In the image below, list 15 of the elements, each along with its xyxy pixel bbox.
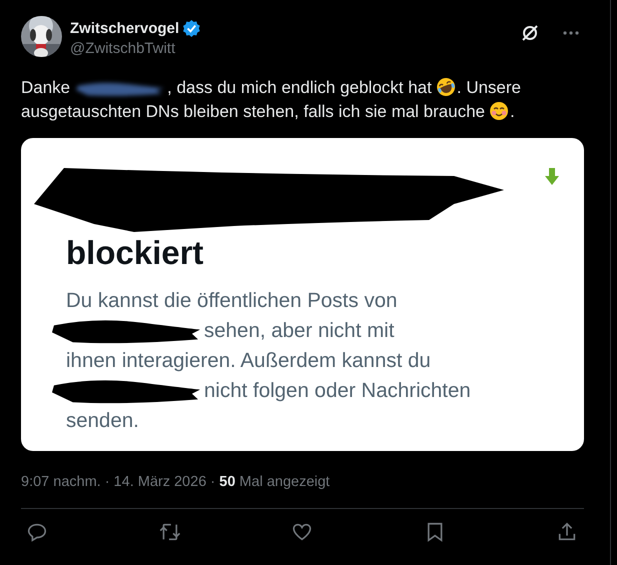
tweet-text: ausgetauschten DNs bleiben stehen, falls ich sie mal brauche [21, 102, 485, 121]
tweet-text: . [510, 102, 515, 121]
author-handle[interactable]: @ZwitschbTwitt [70, 40, 512, 57]
attached-screenshot[interactable]: blockiert Du kannst die öffentlichen Posts von sehen, aber nicht mit ihnen interagieren. Außerdem kannst du nicht folgen oder Nachrichten senden. [21, 138, 584, 451]
blocked-heading: blockiert [66, 234, 204, 272]
body-text: nicht folgen oder Nachrichten [204, 378, 471, 404]
tweet-text: Danke [21, 78, 70, 97]
tweet-text: , dass du mich endlich geblockt hat [167, 78, 432, 97]
author-name[interactable]: Zwitschervogel [70, 20, 180, 37]
post-meta: 9:07 nachm. · 14. März 2026 · 50 Mal angezeigt [21, 474, 331, 490]
body-text: Du kannst die öffentlichen Posts von [66, 288, 398, 314]
body-text: sehen, aber nicht mit [204, 318, 394, 344]
body-text: senden. [66, 408, 139, 434]
body-text: ihnen interagieren. Außerdem kannst du [66, 348, 431, 374]
tweet-text: . Unsere [456, 78, 521, 97]
